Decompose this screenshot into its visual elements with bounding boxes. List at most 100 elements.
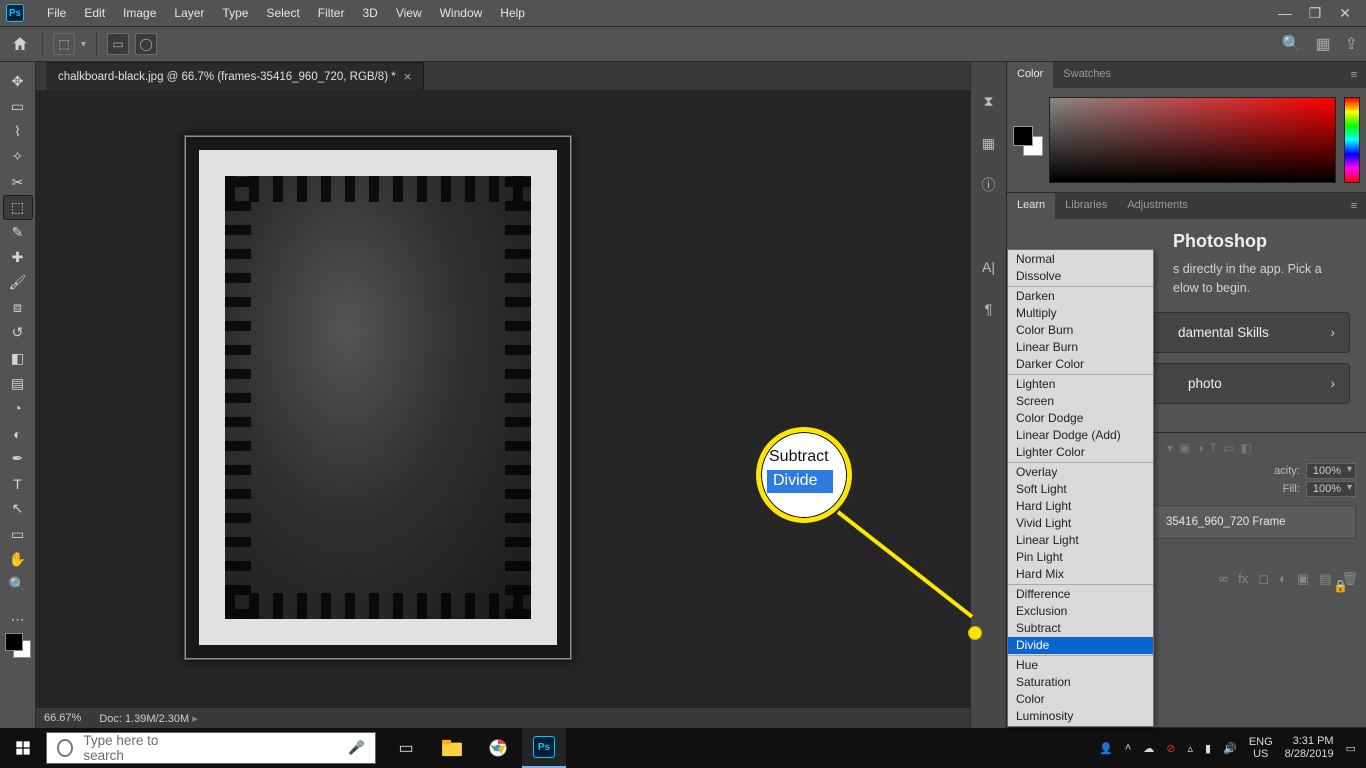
- menu-view[interactable]: View: [387, 6, 431, 20]
- filter-type-icon[interactable]: T: [1210, 441, 1217, 455]
- blend-divide[interactable]: Divide: [1008, 637, 1153, 654]
- tray-chevron-icon[interactable]: ˄: [1125, 742, 1131, 754]
- opacity-value[interactable]: 100%: [1306, 463, 1356, 479]
- blend-multiply[interactable]: Multiply: [1008, 305, 1153, 322]
- fill-value[interactable]: 100%: [1306, 481, 1356, 497]
- blend-hard-mix[interactable]: Hard Mix: [1008, 566, 1153, 583]
- blend-subtract[interactable]: Subtract: [1008, 620, 1153, 637]
- menu-filter[interactable]: Filter: [309, 6, 354, 20]
- blend-lighten[interactable]: Lighten: [1008, 376, 1153, 393]
- frame-tool-option-a[interactable]: ⬚: [53, 33, 75, 55]
- blend-vivid-light[interactable]: Vivid Light: [1008, 515, 1153, 532]
- info-panel-icon[interactable]: ⓘ: [978, 174, 1000, 196]
- blend-color[interactable]: Color: [1008, 691, 1153, 708]
- blend-darker-color[interactable]: Darker Color: [1008, 356, 1153, 373]
- group-icon[interactable]: ▣: [1297, 571, 1309, 587]
- menu-type[interactable]: Type: [213, 6, 257, 20]
- blend-dissolve[interactable]: Dissolve: [1008, 268, 1153, 285]
- restore-button[interactable]: ❐: [1300, 5, 1330, 22]
- pen-tool[interactable]: ✒: [4, 447, 32, 470]
- filter-shape-icon[interactable]: ▭: [1223, 441, 1234, 455]
- start-button[interactable]: [0, 740, 46, 756]
- path-select-tool[interactable]: ↖: [4, 497, 32, 520]
- link-layers-icon[interactable]: ∞: [1219, 571, 1228, 587]
- delete-layer-icon[interactable]: 🗑: [1341, 571, 1358, 587]
- tab-swatches[interactable]: Swatches: [1053, 62, 1121, 88]
- battery-icon[interactable]: ▮: [1205, 742, 1211, 755]
- type-tool[interactable]: T: [4, 472, 32, 495]
- new-layer-icon[interactable]: ▤: [1319, 571, 1331, 587]
- properties-panel-icon[interactable]: ▦: [978, 132, 1000, 154]
- blend-color-burn[interactable]: Color Burn: [1008, 322, 1153, 339]
- blend-luminosity[interactable]: Luminosity: [1008, 708, 1153, 725]
- close-tab-icon[interactable]: ×: [404, 69, 412, 84]
- explorer-icon[interactable]: [430, 728, 474, 768]
- language-indicator[interactable]: ENGUS: [1249, 736, 1273, 760]
- home-icon[interactable]: [8, 32, 32, 56]
- mic-icon[interactable]: 🎤: [348, 740, 365, 756]
- close-button[interactable]: ✕: [1330, 5, 1360, 22]
- dodge-tool[interactable]: ◐: [4, 422, 32, 445]
- document-tab[interactable]: chalkboard-black.jpg @ 66.7% (frames-354…: [46, 62, 424, 90]
- zoom-level[interactable]: 66.67%: [44, 712, 81, 724]
- blend-mode-dropdown[interactable]: NormalDissolveDarkenMultiplyColor BurnLi…: [1007, 249, 1154, 727]
- clock[interactable]: 3:31 PM8/28/2019: [1285, 735, 1334, 761]
- brush-tool[interactable]: 🖌: [4, 271, 32, 294]
- heal-tool[interactable]: ✚: [4, 246, 32, 269]
- blend-lighter-color[interactable]: Lighter Color: [1008, 444, 1153, 461]
- onedrive-icon[interactable]: ☁: [1143, 742, 1154, 755]
- blend-hard-light[interactable]: Hard Light: [1008, 498, 1153, 515]
- zoom-tool[interactable]: 🔍: [4, 573, 32, 596]
- blend-exclusion[interactable]: Exclusion: [1008, 603, 1153, 620]
- history-brush-tool[interactable]: ↺: [4, 321, 32, 344]
- blend-saturation[interactable]: Saturation: [1008, 674, 1153, 691]
- paragraph-panel-icon[interactable]: ¶: [978, 298, 1000, 320]
- panel-menu-icon[interactable]: ≡: [1342, 193, 1366, 219]
- gradient-tool[interactable]: ▤: [4, 372, 32, 395]
- stamp-tool[interactable]: ⧈: [4, 296, 32, 319]
- frame-ellipse-option[interactable]: ◯: [135, 33, 157, 55]
- move-tool[interactable]: ✥: [4, 70, 32, 93]
- hue-strip[interactable]: [1344, 97, 1360, 183]
- menu-select[interactable]: Select: [257, 6, 308, 20]
- menu-help[interactable]: Help: [491, 6, 534, 20]
- photoshop-task-icon[interactable]: Ps: [522, 728, 566, 768]
- character-panel-icon[interactable]: A|: [978, 256, 1000, 278]
- tab-adjustments[interactable]: Adjustments: [1117, 193, 1198, 219]
- panel-color-swatch[interactable]: [1013, 126, 1041, 154]
- lasso-tool[interactable]: ⌇: [4, 120, 32, 143]
- eyedropper-tool[interactable]: ✎: [4, 221, 32, 244]
- doc-info[interactable]: Doc: 1.39M/2.30M: [99, 712, 197, 725]
- notifications-icon[interactable]: ▭: [1346, 742, 1356, 755]
- chrome-icon[interactable]: [476, 728, 520, 768]
- people-icon[interactable]: 👤: [1099, 742, 1113, 755]
- blend-linear-burn[interactable]: Linear Burn: [1008, 339, 1153, 356]
- filter-image-icon[interactable]: ▣: [1179, 441, 1190, 455]
- blend-normal[interactable]: Normal: [1008, 251, 1153, 268]
- tab-libraries[interactable]: Libraries: [1055, 193, 1117, 219]
- history-panel-icon[interactable]: ⧗: [978, 90, 1000, 112]
- search-icon[interactable]: 🔍: [1282, 34, 1302, 54]
- marquee-tool[interactable]: ▭: [4, 95, 32, 118]
- hand-tool[interactable]: ✋: [4, 548, 32, 571]
- canvas[interactable]: [36, 90, 970, 708]
- menu-image[interactable]: Image: [114, 6, 165, 20]
- blend-soft-light[interactable]: Soft Light: [1008, 481, 1153, 498]
- edit-toolbar[interactable]: ⋯: [4, 608, 32, 631]
- tab-learn[interactable]: Learn: [1007, 193, 1055, 219]
- crop-tool[interactable]: ✂: [4, 171, 32, 194]
- color-swatch[interactable]: [5, 633, 31, 658]
- shape-tool[interactable]: ▭: [4, 523, 32, 546]
- blur-tool[interactable]: ◔: [4, 397, 32, 420]
- security-icon[interactable]: ⊘: [1166, 742, 1175, 755]
- filter-icon[interactable]: ▾: [1167, 441, 1173, 455]
- tab-color[interactable]: Color: [1007, 62, 1053, 88]
- blend-overlay[interactable]: Overlay: [1008, 464, 1153, 481]
- menu-file[interactable]: File: [38, 6, 75, 20]
- minimize-button[interactable]: —: [1270, 5, 1300, 21]
- workspace-icon[interactable]: ▦: [1315, 34, 1330, 54]
- filter-adjust-icon[interactable]: ◑: [1196, 441, 1203, 455]
- blend-screen[interactable]: Screen: [1008, 393, 1153, 410]
- layer-fx-icon[interactable]: fx: [1238, 571, 1248, 587]
- eraser-tool[interactable]: ◧: [4, 347, 32, 370]
